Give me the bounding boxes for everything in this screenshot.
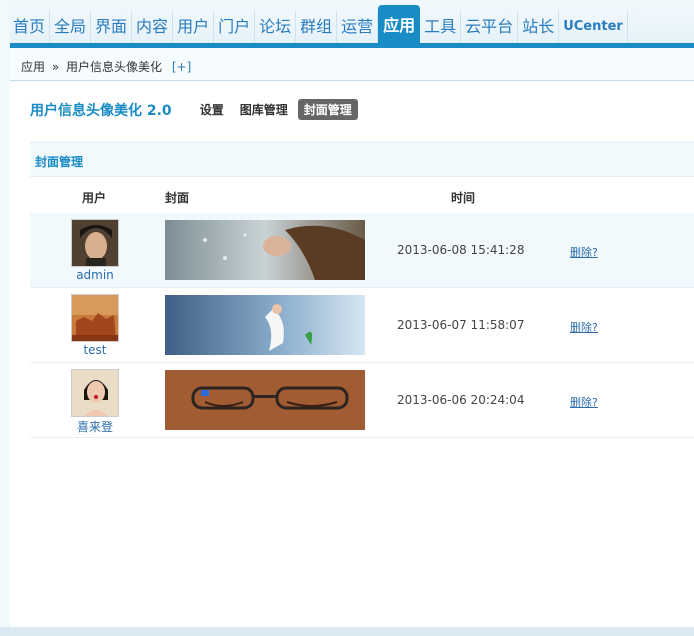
nav-item-cloud[interactable]: 云平台 <box>461 11 519 43</box>
nav-item-operations[interactable]: 运营 <box>337 11 379 43</box>
breadcrumb-current: 用户信息头像美化 <box>66 60 163 74</box>
avatar[interactable] <box>71 219 119 267</box>
breadcrumb: 应用 » 用户信息头像美化 [+] <box>10 48 694 81</box>
table-row: 喜来登 2013-06-06 20:24:04 删除? <box>30 363 694 438</box>
cover-image <box>165 370 365 430</box>
created-time: 2013-06-06 20:24:04 <box>397 393 525 407</box>
nav-item-apps[interactable]: 应用 <box>378 5 421 43</box>
nav-item-interface[interactable]: 界面 <box>91 11 133 43</box>
section-header: 封面管理 <box>30 142 694 177</box>
table-row: test 2013-06-07 11:58:07 删除? <box>30 288 694 363</box>
tab-settings[interactable]: 设置 <box>194 99 230 120</box>
nav-item-ucenter[interactable]: UCenter <box>559 11 628 43</box>
plugin-title: 用户信息头像美化 2.0 <box>30 102 172 119</box>
bottom-bar <box>0 627 694 636</box>
avatar[interactable] <box>71 369 119 417</box>
left-gutter <box>0 0 10 636</box>
nav-item-home[interactable]: 首页 <box>9 11 51 43</box>
nav-item-forum[interactable]: 论坛 <box>255 11 297 43</box>
nav-item-tools[interactable]: 工具 <box>420 11 462 43</box>
username-link[interactable]: admin <box>50 268 140 282</box>
tab-gallery-management[interactable]: 图库管理 <box>234 99 294 120</box>
created-time: 2013-06-07 11:58:07 <box>397 318 525 332</box>
delete-link[interactable]: 删除? <box>570 394 598 410</box>
breadcrumb-separator: » <box>51 60 60 74</box>
breadcrumb-root[interactable]: 应用 <box>21 60 45 74</box>
nav-item-global[interactable]: 全局 <box>50 11 92 43</box>
nav-item-portal[interactable]: 门户 <box>214 11 256 43</box>
top-nav: 首页 全局 界面 内容 用户 门户 论坛 群组 运营 应用 工具 云平台 站长 … <box>0 0 694 48</box>
cover-image <box>165 295 365 355</box>
column-header-cover: 封面 <box>165 191 190 205</box>
plugin-header: 用户信息头像美化 2.0 设置 图库管理 封面管理 <box>30 99 362 120</box>
username-link[interactable]: test <box>50 343 140 357</box>
add-shortcut-button[interactable]: [+] <box>172 60 191 74</box>
section-title: 封面管理 <box>35 155 84 169</box>
table-row: admin 2013-06-08 15:41:28 删除? <box>30 213 694 288</box>
nav-item-groups[interactable]: 群组 <box>296 11 338 43</box>
cover-image <box>165 220 365 280</box>
column-header-time: 时间 <box>451 191 476 205</box>
avatar[interactable] <box>71 294 119 342</box>
nav-item-webmaster[interactable]: 站长 <box>518 11 560 43</box>
main-panel: 用户信息头像美化 2.0 设置 图库管理 封面管理 封面管理 用户 封面 时间 … <box>10 82 694 627</box>
nav-item-content[interactable]: 内容 <box>132 11 174 43</box>
column-header-user: 用户 <box>82 191 107 205</box>
nav-item-users[interactable]: 用户 <box>173 11 215 43</box>
delete-link[interactable]: 删除? <box>570 319 598 335</box>
delete-link[interactable]: 删除? <box>570 244 598 260</box>
top-nav-items: 首页 全局 界面 内容 用户 门户 论坛 群组 运营 应用 工具 云平台 站长 … <box>9 5 628 43</box>
created-time: 2013-06-08 15:41:28 <box>397 243 525 257</box>
tab-cover-management[interactable]: 封面管理 <box>297 99 358 120</box>
username-link[interactable]: 喜来登 <box>50 418 140 435</box>
